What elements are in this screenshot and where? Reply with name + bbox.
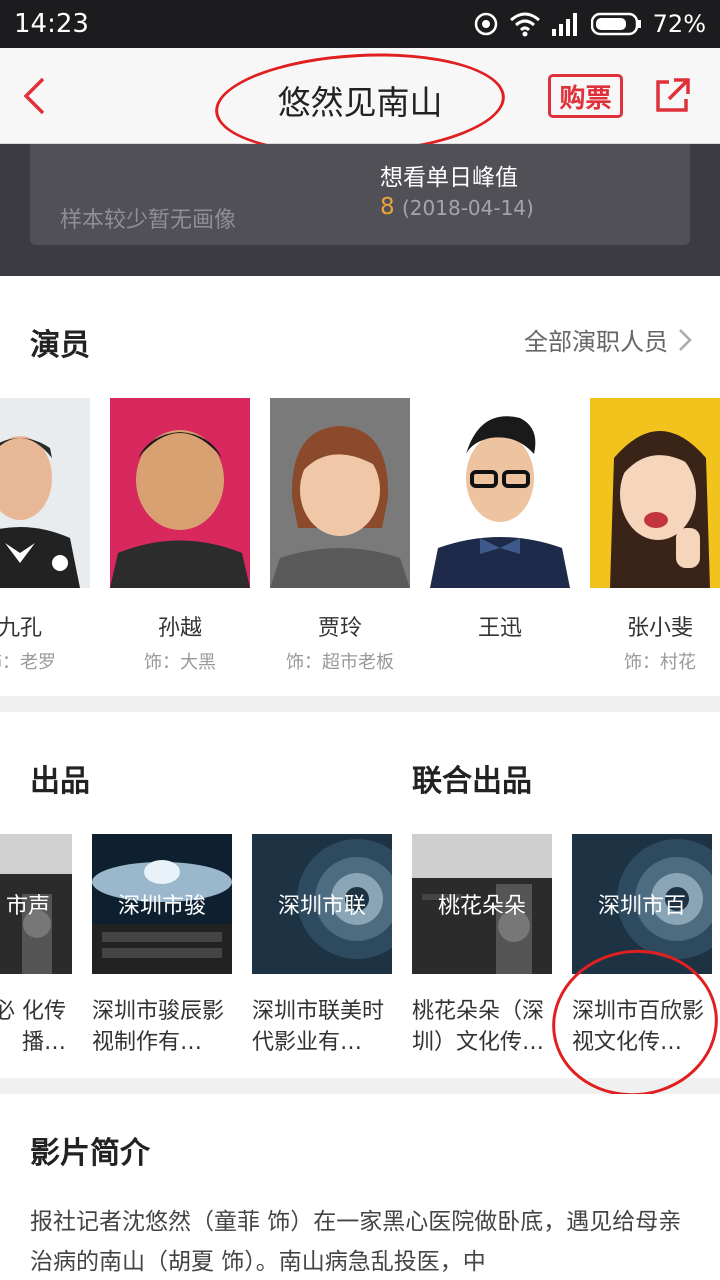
co-producers-heading: 联合出品 xyxy=(412,764,532,799)
actor-card[interactable]: 孙越 饰：大黑 xyxy=(110,398,250,674)
company-thumbnail: 市声 xyxy=(0,834,72,974)
actor-role: 饰：村花 xyxy=(624,652,696,673)
signal-icon xyxy=(551,11,581,37)
actor-card[interactable]: 九孔 饰：老罗 xyxy=(0,398,90,674)
company-name: 声必 化传播… xyxy=(0,999,66,1055)
stats-area: 样本较少暂无画像 想看单日峰值 8 (2018-04-14) xyxy=(0,144,720,276)
producers-heading: 出品 xyxy=(30,764,90,799)
company-thumbnail: 深圳市联 xyxy=(252,834,392,974)
synopsis-section: 影片简介 报社记者沈悠然（童菲 饰）在一家黑心医院做卧底，遇见给母亲治病的南山（… xyxy=(0,1094,720,1280)
no-portrait-text: 样本较少暂无画像 xyxy=(60,208,237,233)
actor-name: 孙越 xyxy=(157,616,202,641)
company-thumb-label: 深圳市百 xyxy=(597,894,686,919)
battery-icon xyxy=(590,11,643,37)
actor-name: 九孔 xyxy=(0,616,42,641)
company-thumb-label: 深圳市骏 xyxy=(117,894,206,919)
company-thumb-label: 深圳市联 xyxy=(277,894,366,919)
company-thumb-label: 市声 xyxy=(5,894,50,919)
wifi-icon xyxy=(509,11,541,37)
actors-section: 演员 全部演职人员 九孔 饰：老罗 xyxy=(0,276,720,696)
synopsis-text[interactable]: 报社记者沈悠然（童菲 饰）在一家黑心医院做卧底，遇见给母亲治病的南山（胡夏 饰）… xyxy=(30,1202,690,1280)
company-name: 深圳市骏辰影视制作有… xyxy=(92,999,225,1055)
actor-name: 王迅 xyxy=(477,616,522,641)
actor-photo xyxy=(270,398,410,588)
battery-percent: 72% xyxy=(652,10,706,38)
actor-name: 贾玲 xyxy=(317,616,362,641)
actor-card[interactable]: 王迅 xyxy=(430,398,570,648)
all-crew-label: 全部演职人员 xyxy=(524,328,668,356)
share-button[interactable] xyxy=(652,76,692,116)
actor-photo xyxy=(430,398,570,588)
company-card[interactable]: 深圳市联 深圳市联美时代影业有… xyxy=(252,834,392,1058)
company-name: 桃花朵朵（深圳）文化传… xyxy=(412,999,545,1055)
company-thumbnail: 桃花朵朵 xyxy=(412,834,552,974)
actor-role: 饰：老罗 xyxy=(0,652,56,673)
actor-photo xyxy=(110,398,250,588)
company-card[interactable]: 市声 声必 化传播… xyxy=(0,834,72,1058)
actor-role: 饰：超市老板 xyxy=(286,652,394,673)
all-crew-link[interactable]: 全部演职人员 xyxy=(524,322,692,357)
actors-heading: 演员 xyxy=(30,328,90,363)
peak-label: 想看单日峰值 xyxy=(380,165,518,191)
peak-value: 8 xyxy=(380,194,395,220)
company-thumbnail: 深圳市骏 xyxy=(92,834,232,974)
status-bar: 14:23 72% xyxy=(0,0,720,48)
status-time: 14:23 xyxy=(14,9,89,39)
actor-card[interactable]: 贾玲 饰：超市老板 xyxy=(270,398,410,674)
chevron-right-icon xyxy=(679,328,692,351)
actor-photo xyxy=(0,398,90,588)
actor-photo xyxy=(590,398,720,588)
company-card[interactable]: 深圳市骏 深圳市骏辰影视制作有… xyxy=(92,834,232,1058)
buy-ticket-button[interactable]: 购票 xyxy=(548,74,623,118)
company-card[interactable]: 桃花朵朵 桃花朵朵（深圳）文化传… xyxy=(412,834,552,1058)
company-thumb-label: 桃花朵朵 xyxy=(437,894,526,919)
actor-role: 饰：大黑 xyxy=(144,652,216,673)
share-icon xyxy=(656,78,690,112)
stats-card: 样本较少暂无画像 想看单日峰值 8 (2018-04-14) xyxy=(30,144,690,245)
sync-icon xyxy=(473,11,499,37)
actor-name: 张小斐 xyxy=(626,616,693,641)
nav-bar: 悠然见南山 购票 xyxy=(0,46,720,162)
company-name: 深圳市联美时代影业有… xyxy=(252,999,385,1055)
synopsis-heading: 影片简介 xyxy=(30,1136,150,1171)
peak-date: (2018-04-14) xyxy=(402,196,534,220)
actor-card[interactable]: 张小斐 饰：村花 xyxy=(590,398,720,674)
